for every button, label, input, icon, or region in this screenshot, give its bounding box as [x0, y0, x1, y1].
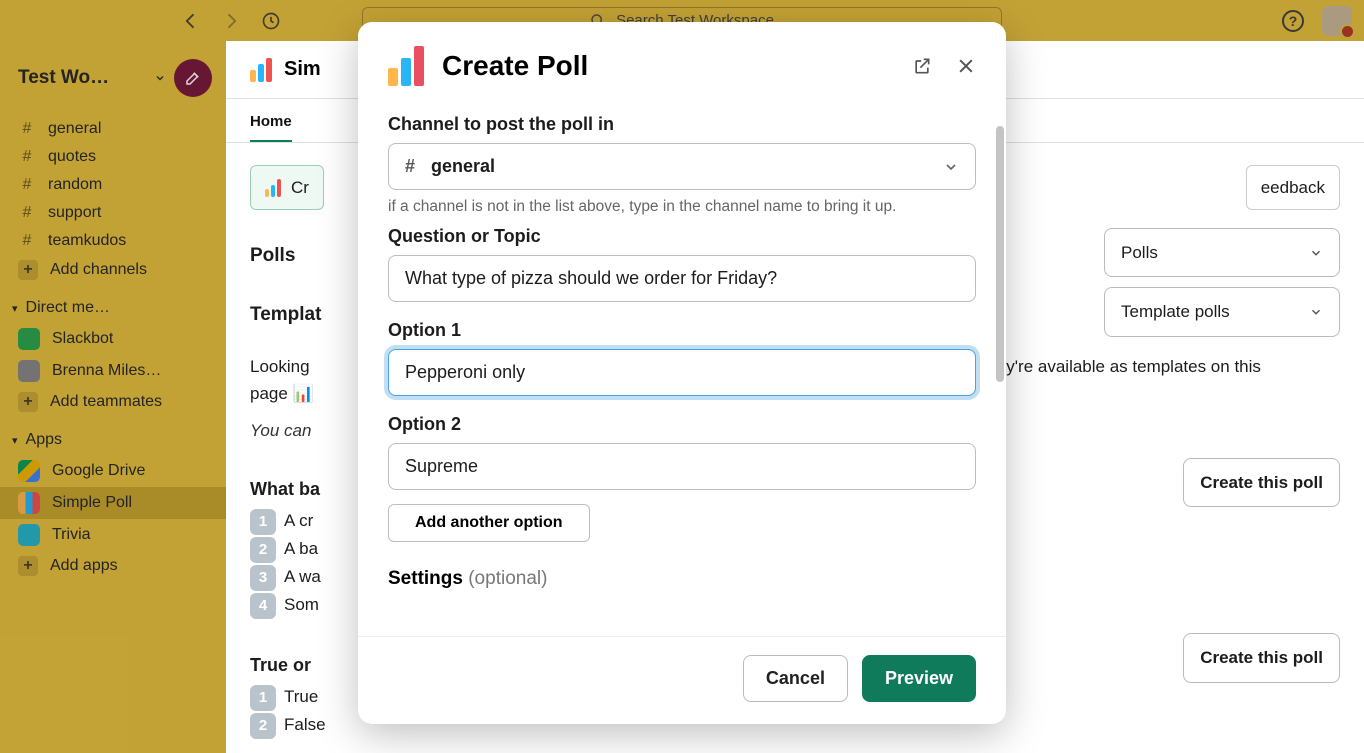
sidebar-channel-teamkudos[interactable]: # teamkudos	[0, 227, 226, 255]
chevron-down-icon[interactable]	[154, 72, 166, 84]
sidebar-item-label: Trivia	[52, 526, 91, 544]
hash-icon: #	[18, 204, 36, 222]
forward-arrow-icon[interactable]	[220, 10, 242, 32]
question-label: Question or Topic	[388, 226, 976, 247]
template-poll-2-title: True or	[250, 651, 311, 680]
workspace-name[interactable]: Test Wo…	[18, 67, 148, 89]
option2-input[interactable]	[388, 443, 976, 490]
sidebar-item-label: random	[48, 176, 102, 194]
app-title: Sim	[284, 58, 321, 81]
preview-button[interactable]: Preview	[862, 655, 976, 702]
sidebar-item-label: Add teammates	[50, 393, 162, 411]
history-icon[interactable]	[260, 10, 282, 32]
app-icon	[18, 524, 40, 546]
compose-button[interactable]	[174, 59, 212, 97]
feedback-pill[interactable]: eedback	[1246, 165, 1340, 210]
add-channels-button[interactable]: + Add channels	[0, 255, 226, 285]
sidebar-item-label: Simple Poll	[52, 494, 132, 512]
templates-dropdown[interactable]: Template polls	[1104, 287, 1340, 336]
sidebar-item-label: Google Drive	[52, 462, 145, 480]
sidebar-item-label: quotes	[48, 148, 96, 166]
sidebar-item-label: support	[48, 204, 101, 222]
channel-select[interactable]: # general	[388, 143, 976, 190]
pill-label: Cr	[291, 174, 309, 201]
sidebar-item-label: general	[48, 120, 101, 138]
help-icon[interactable]: ?	[1282, 10, 1304, 32]
section-label: Direct me…	[26, 299, 110, 317]
sidebar-item-label: Brenna Miles…	[52, 362, 161, 380]
dropdown-value: Polls	[1121, 239, 1158, 266]
scrollbar-thumb[interactable]	[996, 126, 1004, 382]
avatar-icon	[18, 360, 40, 382]
section-label: Apps	[26, 431, 62, 449]
plus-icon: +	[18, 556, 38, 576]
dm-brenna[interactable]: Brenna Miles…	[0, 355, 226, 387]
simple-poll-logo-icon	[388, 46, 428, 86]
option1-input[interactable]	[388, 349, 976, 396]
modal-title: Create Poll	[442, 50, 898, 82]
sidebar-item-label: teamkudos	[48, 232, 126, 250]
polls-heading: Polls	[250, 241, 295, 271]
add-teammates-button[interactable]: + Add teammates	[0, 387, 226, 417]
hash-icon: #	[18, 148, 36, 166]
close-icon[interactable]	[956, 56, 976, 76]
bar-chart-icon	[265, 179, 283, 197]
app-simple-poll[interactable]: Simple Poll	[0, 487, 226, 519]
simple-poll-logo-icon	[250, 58, 274, 82]
user-avatar[interactable]	[1322, 6, 1352, 36]
tab-home[interactable]: Home	[250, 113, 292, 142]
add-another-option-button[interactable]: Add another option	[388, 504, 590, 542]
sidebar-channel-support[interactable]: # support	[0, 199, 226, 227]
sidebar-item-label: Add channels	[50, 261, 147, 279]
app-trivia[interactable]: Trivia	[0, 519, 226, 551]
app-icon	[18, 492, 40, 514]
create-this-poll-button[interactable]: Create this poll	[1183, 633, 1340, 682]
pill-label: eedback	[1261, 174, 1325, 201]
sidebar-channel-quotes[interactable]: # quotes	[0, 143, 226, 171]
app-google-drive[interactable]: Google Drive	[0, 455, 226, 487]
hash-icon: #	[18, 176, 36, 194]
chevron-down-icon	[1309, 305, 1323, 319]
sidebar-item-label: Slackbot	[52, 330, 113, 348]
plus-icon: +	[18, 260, 38, 280]
apps-section-header[interactable]: ▾ Apps	[0, 417, 226, 455]
create-pill[interactable]: Cr	[250, 165, 324, 210]
back-arrow-icon[interactable]	[180, 10, 202, 32]
create-poll-modal: Create Poll Channel to post the poll in …	[358, 22, 1006, 724]
channel-value: general	[431, 156, 495, 177]
option2-label: Option 2	[388, 414, 976, 435]
dm-slackbot[interactable]: Slackbot	[0, 323, 226, 355]
sidebar: Test Wo… # general # quotes # random # suppo…	[0, 41, 226, 753]
chevron-down-icon	[943, 159, 959, 175]
add-apps-button[interactable]: + Add apps	[0, 551, 226, 581]
create-this-poll-button[interactable]: Create this poll	[1183, 458, 1340, 507]
plus-icon: +	[18, 392, 38, 412]
polls-dropdown[interactable]: Polls	[1104, 228, 1340, 277]
dropdown-value: Template polls	[1121, 298, 1230, 325]
question-input[interactable]	[388, 255, 976, 302]
dm-section-header[interactable]: ▾ Direct me…	[0, 285, 226, 323]
hash-icon: #	[18, 120, 36, 138]
open-external-icon[interactable]	[912, 56, 932, 76]
channel-help-text: if a channel is not in the list above, t…	[388, 198, 976, 216]
channel-label: Channel to post the poll in	[388, 114, 976, 135]
option1-label: Option 1	[388, 320, 976, 341]
settings-heading: Settings (optional)	[388, 568, 976, 590]
chevron-down-icon	[1309, 246, 1323, 260]
cancel-button[interactable]: Cancel	[743, 655, 848, 702]
avatar-icon	[18, 328, 40, 350]
sidebar-item-label: Add apps	[50, 557, 118, 575]
caret-down-icon: ▾	[12, 302, 18, 315]
hash-icon: #	[18, 232, 36, 250]
app-icon	[18, 460, 40, 482]
templates-heading: Templat	[250, 300, 321, 330]
sidebar-channel-general[interactable]: # general	[0, 115, 226, 143]
sidebar-channel-random[interactable]: # random	[0, 171, 226, 199]
hash-icon: #	[405, 156, 415, 177]
caret-down-icon: ▾	[12, 434, 18, 447]
